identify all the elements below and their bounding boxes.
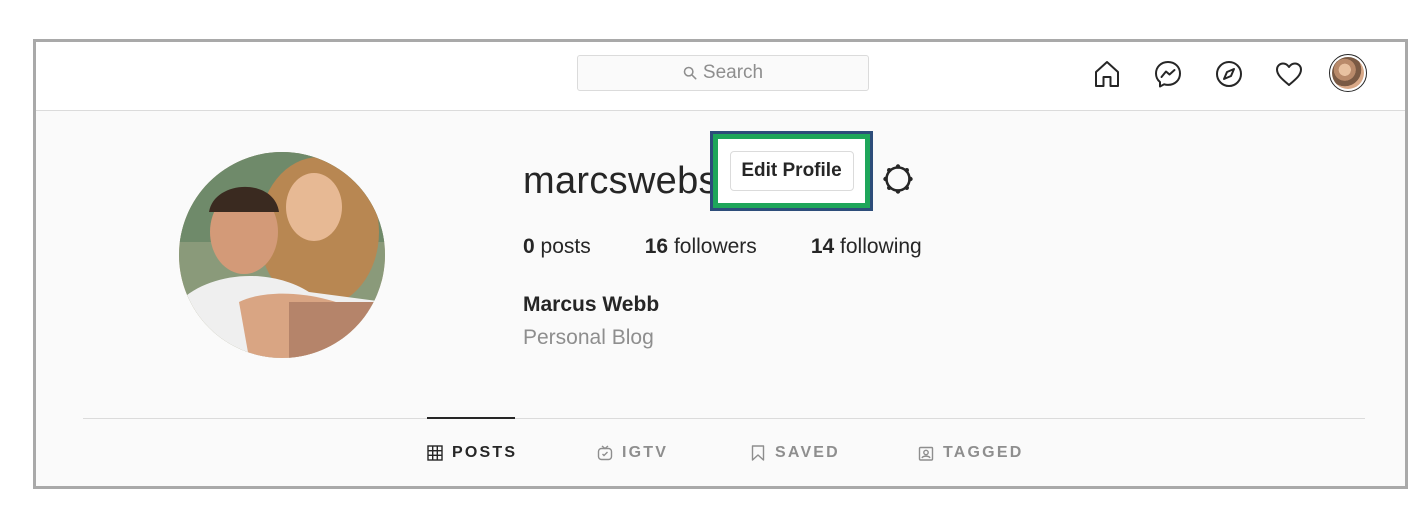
home-icon[interactable] bbox=[1091, 58, 1123, 90]
active-tab-indicator bbox=[427, 417, 515, 419]
stat-followers-count: 16 bbox=[644, 235, 669, 258]
tab-tagged-label: TAGGED bbox=[943, 444, 1024, 461]
stat-following-label: following bbox=[840, 235, 922, 258]
search-input[interactable]: Search bbox=[577, 55, 869, 91]
stat-posts-count: 0 bbox=[523, 235, 535, 258]
tab-igtv[interactable]: IGTV bbox=[597, 444, 668, 462]
browser-frame: Search marcswebs Edit Profile 0 posts 16… bbox=[33, 39, 1408, 489]
tab-posts[interactable]: POSTS bbox=[427, 444, 517, 462]
search-icon bbox=[683, 66, 697, 80]
stat-following-count: 14 bbox=[810, 235, 835, 258]
search-placeholder: Search bbox=[702, 62, 764, 83]
profile-photo-image bbox=[179, 152, 385, 358]
bookmark-icon bbox=[751, 445, 765, 461]
stat-posts-label: posts bbox=[540, 235, 591, 258]
profile-bio: Personal Blog bbox=[523, 326, 654, 349]
settings-gear-icon[interactable] bbox=[881, 162, 915, 196]
top-navigation-bar: Search bbox=[36, 42, 1405, 111]
tagged-icon bbox=[918, 446, 934, 461]
stat-following[interactable]: 14 following bbox=[811, 235, 922, 259]
tabs-divider bbox=[83, 418, 1365, 419]
tab-posts-label: POSTS bbox=[452, 444, 518, 461]
profile-avatar-icon[interactable] bbox=[1329, 54, 1367, 92]
edit-profile-highlight-inner: Edit Profile bbox=[718, 139, 865, 203]
tab-tagged[interactable]: TAGGED bbox=[918, 444, 1023, 462]
grid-icon bbox=[427, 445, 443, 461]
explore-icon[interactable] bbox=[1213, 58, 1245, 90]
messenger-icon[interactable] bbox=[1152, 58, 1184, 90]
stat-posts: 0 posts bbox=[523, 235, 591, 259]
stat-followers-label: followers bbox=[673, 235, 757, 258]
profile-full-name: Marcus Webb bbox=[523, 293, 660, 316]
igtv-icon bbox=[597, 445, 613, 461]
tab-saved[interactable]: SAVED bbox=[750, 444, 840, 462]
edit-profile-button[interactable]: Edit Profile bbox=[729, 151, 854, 191]
profile-username: marcswebs bbox=[523, 160, 718, 202]
activity-heart-icon[interactable] bbox=[1273, 58, 1305, 90]
tab-saved-label: SAVED bbox=[775, 444, 840, 461]
edit-profile-highlight: Edit Profile bbox=[710, 131, 873, 211]
stat-followers[interactable]: 16 followers bbox=[645, 235, 757, 259]
profile-stats: 0 posts 16 followers 14 following bbox=[523, 235, 976, 259]
profile-photo[interactable] bbox=[179, 152, 385, 358]
tab-igtv-label: IGTV bbox=[622, 444, 669, 461]
